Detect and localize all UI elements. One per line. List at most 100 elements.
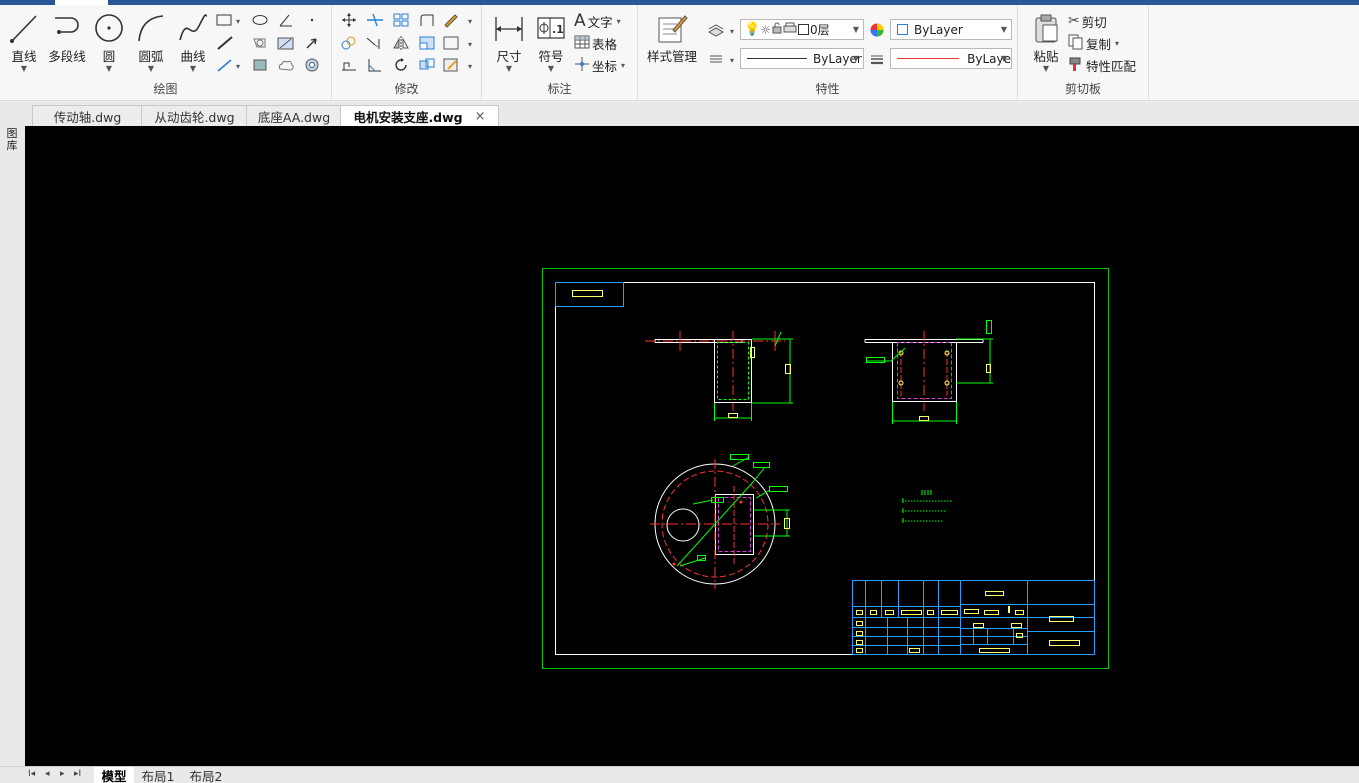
coord-button[interactable]: 坐标 ▾ [574,55,625,75]
prev-layout-icon[interactable]: ◂ [45,769,50,779]
stretch-icon[interactable]: ▾ [442,33,476,53]
text-button[interactable]: A 文字 ▾ [574,11,621,31]
line-button[interactable]: 直线 ▼ [2,11,46,73]
sidebar-library-tab[interactable]: 图库 [4,128,20,152]
paste-label: 粘贴 [1033,49,1059,64]
symbol-icon: .1 [529,11,573,45]
properties-edit-icon[interactable]: ▾ [442,55,476,75]
chevron-down-icon: ▼ [1000,25,1007,34]
group-label-annotate: 标注 [547,82,572,96]
match-properties-button[interactable]: 特性匹配 [1068,55,1136,75]
array-icon[interactable] [390,10,412,30]
cloud-icon[interactable] [275,55,297,75]
doc-tab-3[interactable]: 电机安装支座.dwg × [340,105,499,126]
chamfer-icon[interactable] [364,55,386,75]
boundary-icon[interactable] [249,55,271,75]
rotate-icon[interactable] [390,55,412,75]
circle-label: 圆 [102,49,116,64]
angle-icon[interactable] [275,10,297,30]
offset-icon[interactable] [338,55,360,75]
line-label: 直线 [11,49,37,64]
chevron-down-icon: ▼ [20,64,28,73]
top-view [650,454,790,589]
layout-tab-label: 布局1 [141,768,175,783]
table-label: 表格 [592,36,618,52]
first-layout-icon[interactable]: I◂ [28,769,35,779]
arc-button[interactable]: 圆弧 ▼ [129,11,173,73]
layer-state-icon[interactable]: ▾ [706,20,738,40]
circle-button[interactable]: 圆 ▼ [87,11,131,73]
drawing-canvas[interactable] [25,126,1359,766]
svg-text:▾: ▾ [236,17,240,26]
svg-text:▾: ▾ [468,40,472,49]
construction-line-icon[interactable] [214,33,236,53]
dimension-button[interactable]: 尺寸 ▼ [487,11,531,73]
linetype-select[interactable]: ByLayer ▼ [740,48,864,69]
cut-label: 剪切 [1081,14,1107,30]
last-layout-icon[interactable]: ▸I [74,769,81,779]
drawing-code-box [555,282,624,307]
coord-icon [574,56,590,75]
doc-tab-label: 传动轴.dwg [53,109,122,125]
chevron-down-icon: ▾ [621,60,626,70]
chevron-down-icon: ▼ [852,54,859,63]
layout-tab-1[interactable]: 布局1 [138,767,178,783]
paste-button[interactable]: 粘贴 ▼ [1024,11,1068,73]
explode-icon[interactable] [416,55,438,75]
move-icon[interactable] [338,10,360,30]
point-icon[interactable] [301,10,323,30]
symbol-button[interactable]: .1 符号 ▼ [529,11,573,73]
fillet-icon[interactable] [416,10,438,30]
arrow-icon[interactable] [301,33,323,53]
printer-icon [783,22,797,37]
clipboard-icon [1024,11,1068,45]
extend-icon[interactable] [364,33,386,53]
group-label-clipboard: 剪切板 [1064,82,1101,96]
scale-icon[interactable] [416,33,438,53]
next-layout-icon[interactable]: ▸ [60,769,65,779]
doc-tab-label: 电机安装支座.dwg [353,109,463,125]
doc-tab-0[interactable]: 传动轴.dwg [32,105,143,126]
cad-application-window: 直线 ▼ 多段线 圆 ▼ 圆弧 ▼ 曲线 ▼ ▾ ▾ 绘图 ▾ ▾ ▾ 修改 尺… [0,0,1359,783]
layout-tab-2[interactable]: 布局2 [186,767,226,783]
trim-icon[interactable] [364,10,386,30]
edit-pen-icon[interactable]: ▾ [442,10,476,30]
style-manager-button[interactable]: 样式管理 [642,11,702,65]
close-icon[interactable]: × [475,109,486,124]
circle-icon [87,11,131,45]
region-icon[interactable] [249,33,271,53]
doc-tab-2[interactable]: 底座AA.dwg [246,105,342,126]
spline-button[interactable]: 曲线 ▼ [171,11,215,73]
copy-label: 复制 [1086,36,1112,52]
table-button[interactable]: 表格 [574,33,617,53]
lock-icon [771,22,783,37]
drawing-svg [542,268,1109,669]
color-select[interactable]: ByLayer ▼ [890,19,1012,40]
layout-tab-model[interactable]: 模型 [94,767,134,783]
svg-text:.1: .1 [552,23,564,36]
style-manager-label: 样式管理 [646,49,697,64]
ray-icon[interactable]: ▾ [214,55,246,75]
hatch-icon[interactable] [275,33,297,53]
group-label-draw: 绘图 [153,82,178,96]
copy-button[interactable]: 复制 ▾ [1068,33,1119,53]
svg-text:▾: ▾ [468,17,472,26]
cut-button[interactable]: ✂ 剪切 [1068,11,1107,31]
doc-tab-1[interactable]: 从动齿轮.dwg [141,105,248,126]
donut-icon[interactable] [301,55,323,75]
lineweight-icon[interactable] [866,49,888,69]
color-wheel-icon[interactable] [866,20,888,40]
ellipse-icon[interactable] [249,10,271,30]
chevron-down-icon: ▼ [547,64,555,73]
rectangle-icon[interactable]: ▾ [214,10,246,30]
copy-objects-icon[interactable] [338,33,360,53]
polyline-button[interactable]: 多段线 [44,11,90,65]
sun-icon: ☼ [760,22,771,37]
lineweight-select[interactable]: ByLaye ▼ [890,48,1012,69]
layer-select[interactable]: 💡 ☼ 0层 ▼ [740,19,864,40]
mirror-icon[interactable] [390,33,412,53]
ribbon-group-clipboard: 粘贴 ▼ ✂ 剪切 复制 ▾ 特性匹配 剪切板 [1018,5,1149,101]
linetype-icon[interactable]: ▾ [706,49,738,69]
drawing-code-text [572,290,603,297]
brush-icon [1068,56,1084,75]
